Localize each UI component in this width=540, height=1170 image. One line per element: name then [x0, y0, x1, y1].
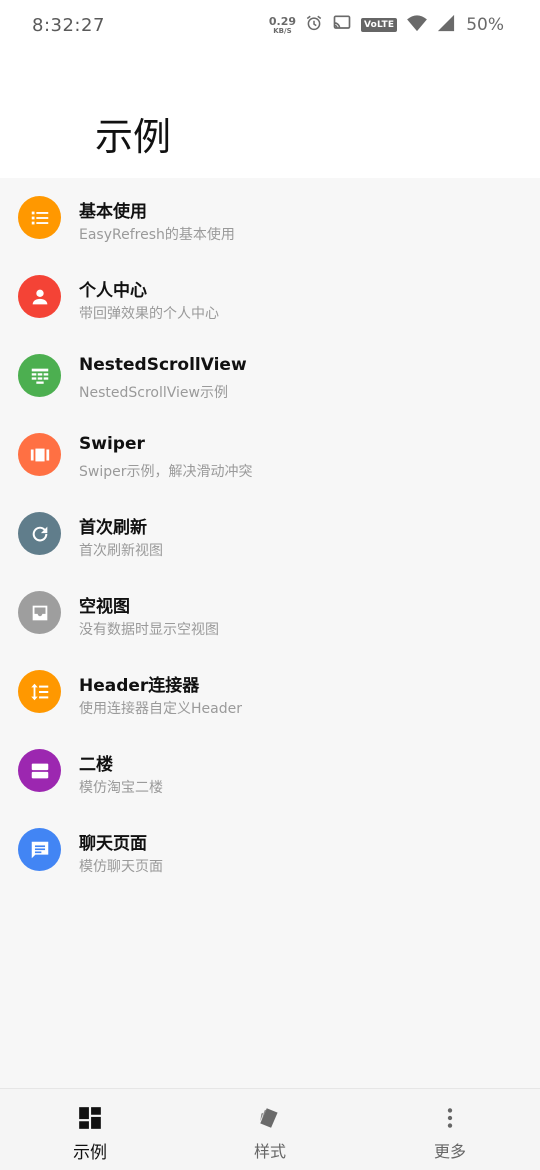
list-item-swiper[interactable]: Swiper Swiper示例，解决滑动冲突 — [0, 415, 540, 494]
status-icons: 0.29 KB/S VoLTE 50% — [269, 14, 504, 36]
cast-icon — [332, 14, 352, 36]
tab-label: 更多 — [433, 1142, 466, 1161]
list-item-subtitle: Swiper示例，解决滑动冲突 — [79, 464, 253, 480]
list-item-subtitle: 使用连接器自定义Header — [79, 701, 242, 717]
list-item-basic[interactable]: 基本使用 EasyRefresh的基本使用 — [0, 178, 540, 257]
app-bar: 示例 — [0, 50, 540, 178]
list-item-nested-scroll[interactable]: NestedScrollView NestedScrollView示例 — [0, 336, 540, 415]
list-item-title: 基本使用 — [79, 202, 147, 222]
list-item-title: 二楼 — [79, 755, 113, 775]
list-item-second-floor[interactable]: 二楼 模仿淘宝二楼 — [0, 731, 540, 810]
list-item-subtitle: 模仿聊天页面 — [79, 859, 163, 875]
more-vert-icon — [437, 1105, 463, 1131]
example-list: 基本使用 EasyRefresh的基本使用 个人中心 带回弹效果的个人中心 Ne… — [0, 178, 540, 889]
refresh-icon — [18, 512, 61, 555]
list-item-subtitle: EasyRefresh的基本使用 — [79, 227, 235, 243]
list-item-empty-view[interactable]: 空视图 没有数据时显示空视图 — [0, 573, 540, 652]
list-item-title: Swiper — [79, 434, 145, 454]
person-icon — [18, 275, 61, 318]
tab-styles[interactable]: 样式 — [180, 1089, 360, 1170]
page-title: 示例 — [95, 115, 172, 159]
list-item-subtitle: 模仿淘宝二楼 — [79, 780, 163, 796]
bottom-nav: 示例 样式 更多 — [0, 1088, 540, 1170]
list-item-subtitle: 带回弹效果的个人中心 — [79, 306, 219, 322]
tab-label: 示例 — [73, 1143, 107, 1163]
battery-percent: 50% — [466, 15, 504, 35]
carousel-icon — [18, 433, 61, 476]
tab-examples[interactable]: 示例 — [0, 1089, 180, 1170]
list-item-subtitle: 首次刷新视图 — [79, 543, 163, 559]
list-item-chat[interactable]: 聊天页面 模仿聊天页面 — [0, 810, 540, 889]
dashboard-icon — [77, 1105, 103, 1131]
status-time: 8:32:27 — [32, 14, 105, 36]
list-item-header-connector[interactable]: Header连接器 使用连接器自定义Header — [0, 652, 540, 731]
net-speed: 0.29 KB/S — [269, 16, 296, 35]
list-icon — [18, 196, 61, 239]
style-icon — [257, 1105, 283, 1131]
view-agenda-icon — [18, 749, 61, 792]
list-item-profile[interactable]: 个人中心 带回弹效果的个人中心 — [0, 257, 540, 336]
list-item-title: 空视图 — [79, 597, 130, 617]
status-bar: 8:32:27 0.29 KB/S VoLTE 50% — [0, 0, 540, 50]
list-item-title: NestedScrollView — [79, 355, 247, 375]
tab-label: 样式 — [253, 1142, 286, 1161]
net-speed-unit: KB/S — [273, 26, 292, 35]
list-item-first-refresh[interactable]: 首次刷新 首次刷新视图 — [0, 494, 540, 573]
list-item-title: 首次刷新 — [79, 518, 147, 538]
sort-icon — [18, 670, 61, 713]
list-item-title: 个人中心 — [79, 281, 147, 301]
list-item-title: 聊天页面 — [79, 834, 147, 854]
wifi-icon — [406, 14, 428, 36]
list-item-title: Header连接器 — [79, 676, 200, 696]
volte-badge: VoLTE — [361, 18, 398, 32]
table-icon — [18, 354, 61, 397]
net-speed-value: 0.29 — [268, 14, 296, 28]
chat-icon — [18, 828, 61, 871]
signal-icon — [437, 14, 455, 36]
list-item-subtitle: 没有数据时显示空视图 — [79, 622, 219, 638]
tab-more[interactable]: 更多 — [360, 1089, 540, 1170]
inbox-icon — [18, 591, 61, 634]
alarm-icon — [305, 14, 323, 36]
list-item-subtitle: NestedScrollView示例 — [79, 385, 228, 401]
